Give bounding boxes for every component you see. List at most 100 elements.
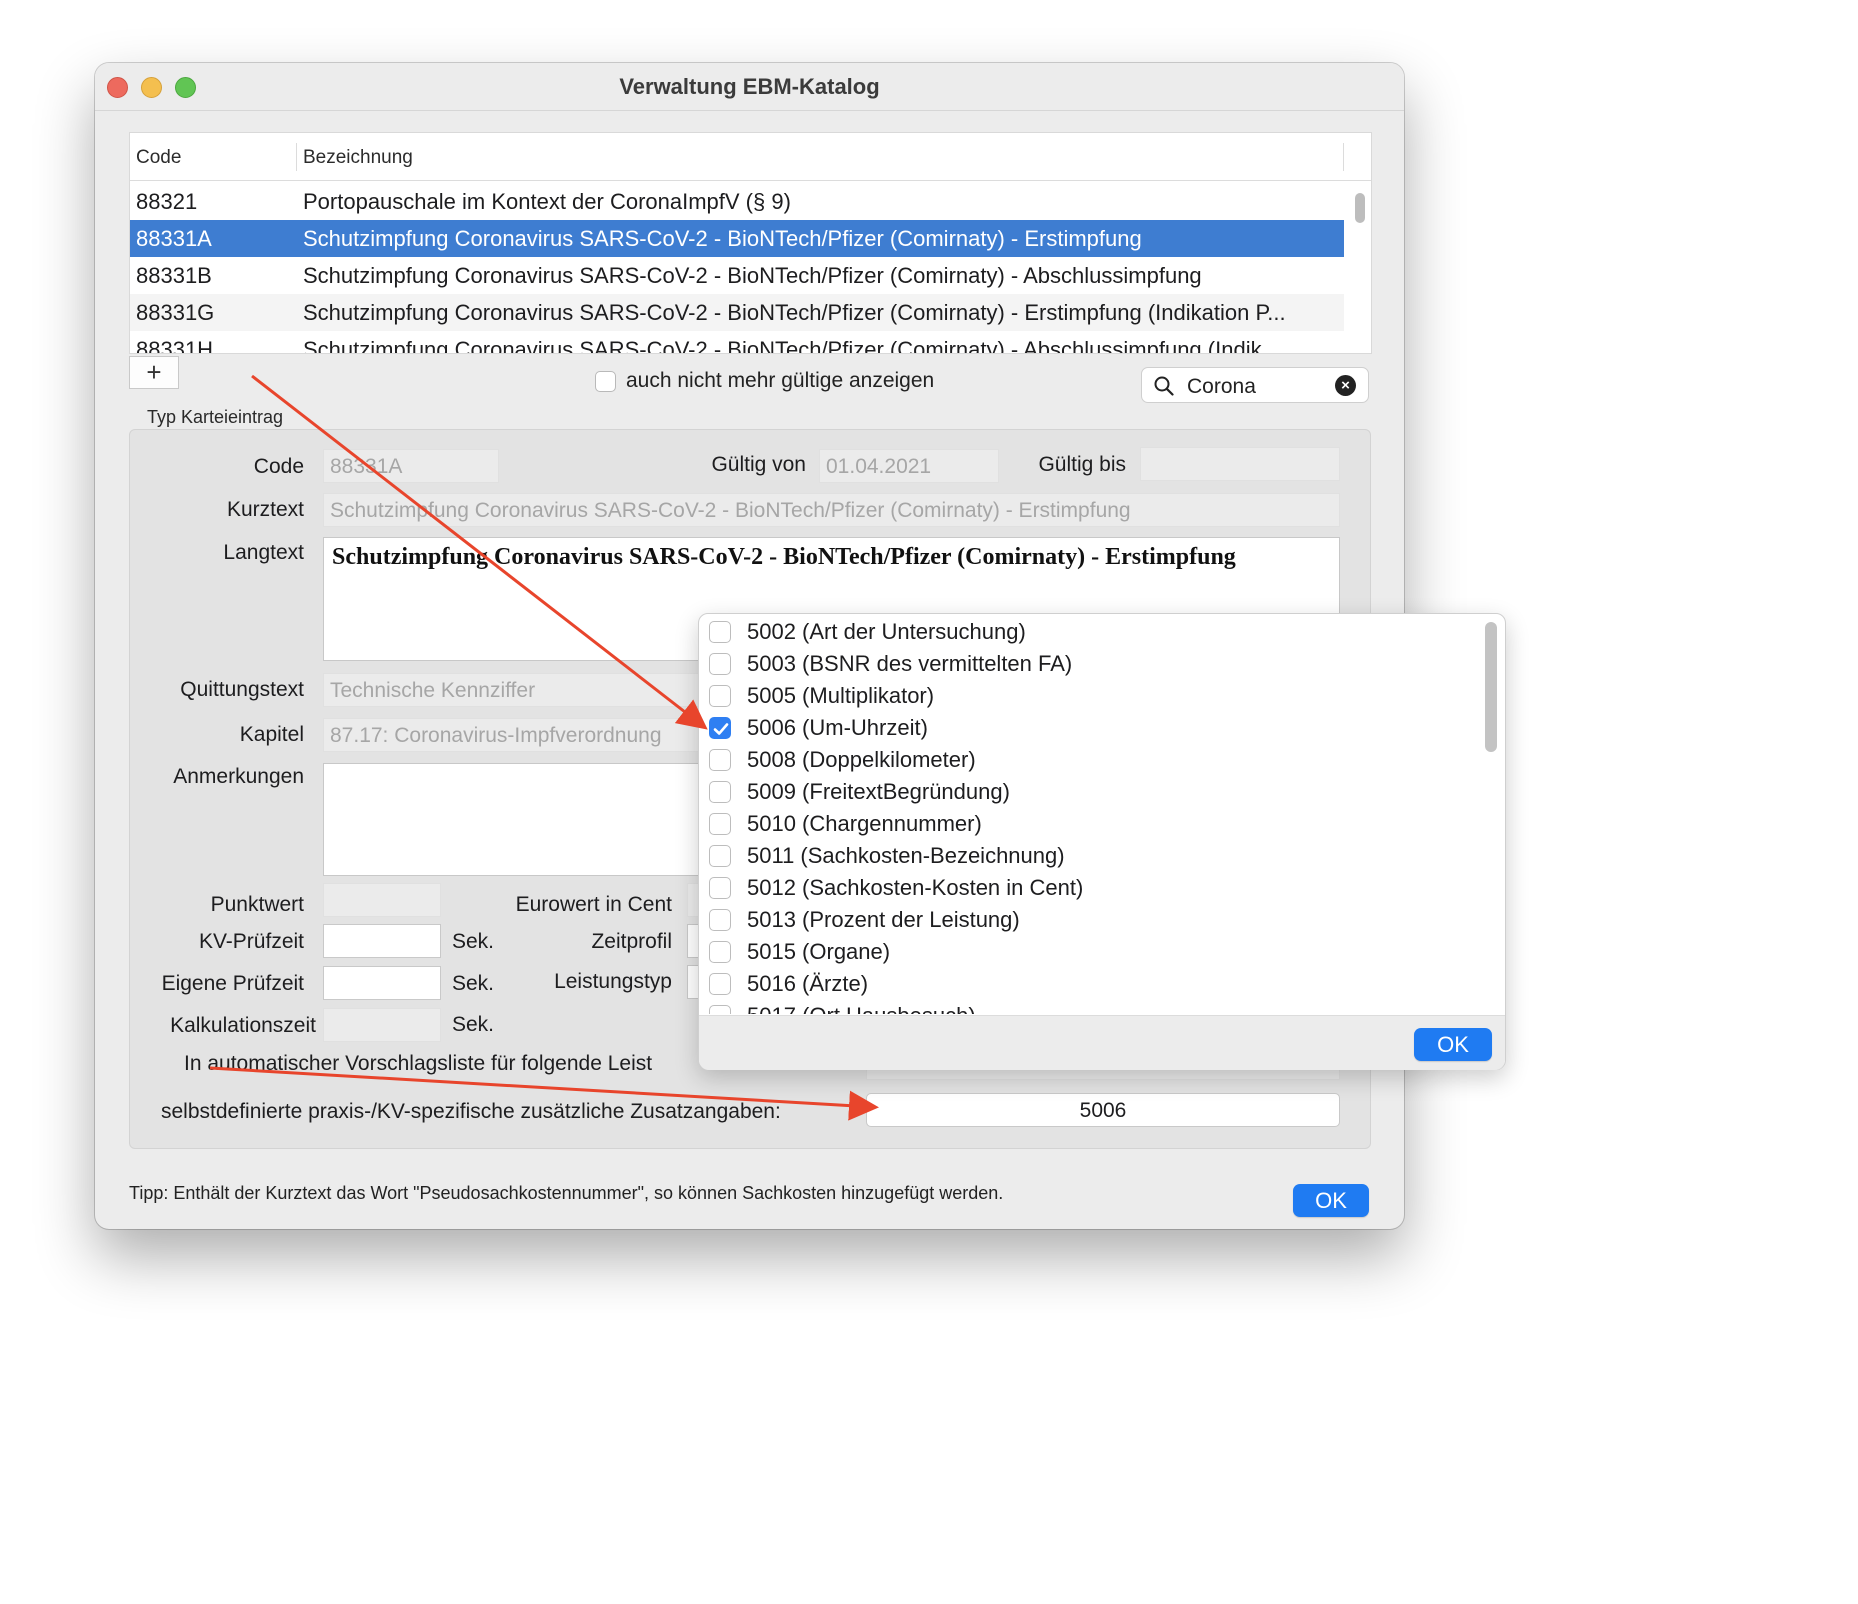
anmerkungen-label: Anmerkungen — [173, 765, 304, 788]
clear-search-icon[interactable]: × — [1335, 375, 1356, 396]
ebm-catalog-window: Verwaltung EBM-Katalog Code Bezeichnung … — [95, 63, 1506, 1229]
zusatzangaben-label: selbstdefinierte praxis-/KV-spezifische … — [161, 1100, 781, 1123]
kalkulationszeit-unit: Sek. — [452, 1013, 495, 1036]
table-row[interactable]: 88321 Portopauschale im Kontext der Coro… — [130, 183, 1344, 220]
row-name: Schutzimpfung Coronavirus SARS-CoV-2 - B… — [303, 300, 1286, 325]
row-code: 88331H — [136, 337, 214, 354]
item-checkbox[interactable] — [709, 621, 731, 643]
window-ok-button[interactable]: OK — [1293, 1184, 1369, 1217]
table-row[interactable]: 88331H Schutzimpfung Coronavirus SARS-Co… — [130, 331, 1344, 354]
table-header: Code Bezeichnung — [130, 133, 1371, 181]
group-label: Typ Karteieintrag — [147, 407, 284, 427]
row-code: 88331B — [136, 263, 212, 288]
kapitel-field[interactable]: 87.17: Coronavirus-Impfverordnung — [323, 718, 713, 752]
zusatzangaben-popover: 5002 (Art der Untersuchung) 5003 (BSNR d… — [698, 613, 1506, 1070]
show-invalid-checkbox-row[interactable]: auch nicht mehr gültige anzeigen — [595, 369, 934, 393]
zusatzangaben-field[interactable]: 5006 — [866, 1093, 1340, 1127]
item-label: 5005 (Multiplikator) — [747, 683, 935, 708]
item-checkbox[interactable] — [709, 685, 731, 707]
quittungstext-field[interactable]: Technische Kennziffer — [323, 673, 713, 707]
item-checkbox[interactable] — [709, 973, 731, 995]
column-divider[interactable] — [1343, 143, 1344, 171]
vorschlagsliste-label: In automatischer Vorschlagsliste für fol… — [184, 1052, 653, 1075]
table-scrollbar[interactable] — [1355, 193, 1365, 223]
column-header-code[interactable]: Code — [136, 147, 181, 169]
item-label: 5008 (Doppelkilometer) — [747, 747, 976, 772]
row-code: 88321 — [136, 189, 198, 214]
item-label: 5002 (Art der Untersuchung) — [747, 619, 1026, 644]
valid-to-field[interactable] — [1140, 447, 1340, 481]
item-label: 5009 (FreitextBegründung) — [747, 779, 1010, 804]
search-input[interactable]: Corona — [1187, 375, 1256, 399]
kalkulationszeit-field[interactable] — [323, 1008, 441, 1042]
show-invalid-label: auch nicht mehr gültige anzeigen — [626, 369, 935, 392]
popover-footer: OK — [699, 1015, 1505, 1070]
item-label: 5012 (Sachkosten-Kosten in Cent) — [747, 875, 1084, 900]
valid-to-label: Gültig bis — [1038, 453, 1126, 476]
table-row[interactable]: 88331G Schutzimpfung Coronavirus SARS-Co… — [130, 294, 1344, 331]
item-checkbox[interactable] — [709, 813, 731, 835]
kalkulationszeit-label: Kalkulationszeit — [170, 1014, 316, 1037]
row-name: Portopauschale im Kontext der CoronaImpf… — [303, 189, 791, 214]
item-label: 5003 (BSNR des vermittelten FA) — [747, 651, 1073, 676]
popover-scrollbar[interactable] — [1485, 622, 1497, 752]
ebm-code-table[interactable]: Code Bezeichnung 88321 Portopauschale im… — [129, 132, 1372, 354]
item-checkbox-checked[interactable] — [709, 717, 731, 739]
item-label: 5006 (Um-Uhrzeit) — [747, 715, 928, 740]
add-entry-button[interactable]: + — [129, 356, 179, 389]
row-name: Schutzimpfung Coronavirus SARS-CoV-2 - B… — [303, 337, 1262, 354]
anmerkungen-area[interactable] — [323, 763, 713, 876]
item-checkbox[interactable] — [709, 653, 731, 675]
row-code: 88331A — [136, 226, 212, 251]
zusatzangaben-list[interactable]: 5002 (Art der Untersuchung) 5003 (BSNR d… — [699, 614, 1489, 1014]
table-row-selected[interactable]: 88331A Schutzimpfung Coronavirus SARS-Co… — [130, 220, 1344, 257]
column-header-bezeichnung[interactable]: Bezeichnung — [303, 147, 413, 169]
popover-ok-button[interactable]: OK — [1414, 1028, 1492, 1061]
eigene-pruefzeit-unit: Sek. — [452, 972, 495, 995]
kv-pruefzeit-unit: Sek. — [452, 930, 495, 953]
checkmark-icon — [713, 723, 729, 735]
item-label: 5015 (Organe) — [747, 939, 891, 964]
langtext-label: Langtext — [223, 541, 304, 564]
item-label: 5013 (Prozent der Leistung) — [747, 907, 1020, 932]
search-field[interactable]: Corona × — [1141, 367, 1369, 403]
quittungstext-label: Quittungstext — [180, 678, 304, 701]
eigene-pruefzeit-label: Eigene Prüfzeit — [161, 972, 304, 995]
kurztext-field[interactable]: Schutzimpfung Coronavirus SARS-CoV-2 - B… — [323, 493, 1340, 527]
item-checkbox[interactable] — [709, 845, 731, 867]
item-checkbox[interactable] — [709, 877, 731, 899]
kapitel-label: Kapitel — [239, 723, 304, 746]
item-checkbox[interactable] — [709, 909, 731, 931]
item-checkbox[interactable] — [709, 781, 731, 803]
table-row[interactable]: 88331B Schutzimpfung Coronavirus SARS-Co… — [130, 257, 1344, 294]
item-label: 5010 (Chargennummer) — [747, 811, 982, 836]
item-checkbox[interactable] — [709, 941, 731, 963]
item-label: 5011 (Sachkosten-Bezeichnung) — [747, 843, 1065, 868]
eurowert-label: Eurowert in Cent — [515, 893, 672, 916]
zeitprofil-label: Zeitprofil — [591, 930, 672, 953]
kv-pruefzeit-label: KV-Prüfzeit — [198, 930, 304, 953]
eigene-pruefzeit-field[interactable] — [323, 966, 441, 1000]
window-title: Verwaltung EBM-Katalog — [619, 74, 880, 99]
item-checkbox[interactable] — [709, 1005, 731, 1014]
search-icon — [1154, 376, 1174, 401]
kurztext-label: Kurztext — [226, 498, 304, 521]
column-divider[interactable] — [296, 143, 297, 171]
item-label: 5016 (Ärzte) — [747, 971, 869, 996]
langtext-content: Schutzimpfung Coronavirus SARS-CoV-2 - B… — [332, 544, 1236, 570]
item-checkbox[interactable] — [709, 749, 731, 771]
code-label: Code — [253, 455, 304, 478]
row-name: Schutzimpfung Coronavirus SARS-CoV-2 - B… — [303, 263, 1202, 288]
kv-pruefzeit-field[interactable] — [323, 924, 441, 958]
valid-from-label: Gültig von — [711, 453, 806, 476]
row-code: 88331G — [136, 300, 215, 325]
punktwert-field[interactable] — [323, 883, 441, 917]
code-field[interactable]: 88331A — [323, 449, 499, 483]
show-invalid-checkbox[interactable] — [595, 370, 616, 392]
title-bar: Verwaltung EBM-Katalog — [95, 63, 1404, 111]
leistungstyp-label: Leistungstyp — [554, 970, 672, 993]
item-label: 5017 (Ort Hausbesuch) — [747, 1003, 976, 1014]
tip-text: Tipp: Enthält der Kurztext das Wort "Pse… — [129, 1183, 1004, 1203]
punktwert-label: Punktwert — [210, 893, 304, 916]
valid-from-field[interactable]: 01.04.2021 — [819, 449, 999, 483]
